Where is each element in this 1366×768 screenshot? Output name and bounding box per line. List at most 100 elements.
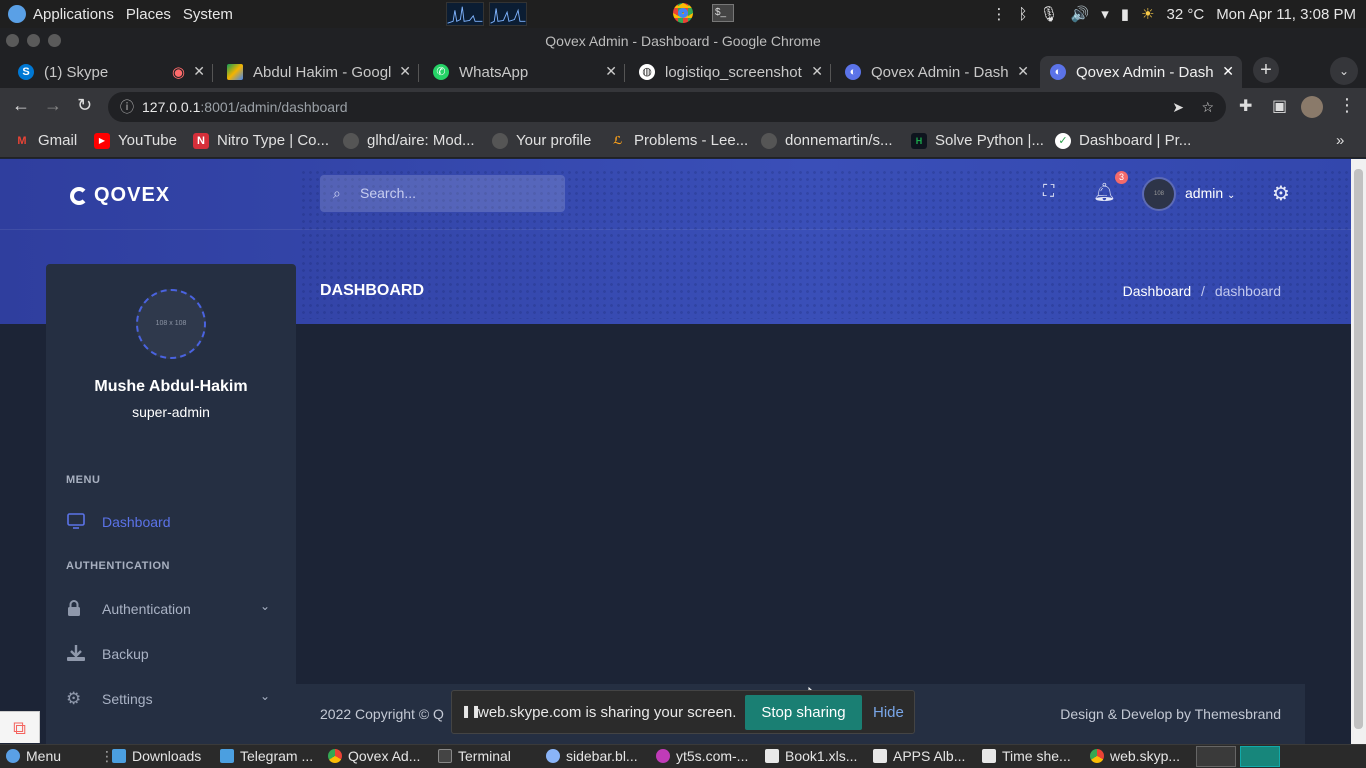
taskbar-apps-album[interactable]: APPS Alb... — [873, 748, 965, 764]
search-icon: ⌕ — [333, 185, 341, 201]
tab-logistiqo[interactable]: ◍ logistiqo_screenshot ✕ — [629, 56, 831, 88]
toolbar: ← → ↻ ⓘ 127.0.0.1:8001/admin/dashboard ➤… — [0, 88, 1366, 126]
forward-icon[interactable]: → — [44, 95, 62, 116]
bookmark-glhd-aire[interactable]: glhd/aire: Mod... — [343, 132, 475, 149]
address-bar[interactable]: ⓘ 127.0.0.1:8001/admin/dashboard ➤ ☆ — [108, 92, 1226, 122]
sidebar-item-settings[interactable]: ⚙ Settings ⌄ — [66, 688, 276, 710]
sidebar-item-authentication[interactable]: Authentication ⌄ — [66, 598, 276, 620]
taskbar-downloads[interactable]: Downloads — [112, 748, 201, 764]
back-icon[interactable]: ← — [12, 95, 30, 116]
notification-badge: 3 — [1115, 171, 1128, 184]
scrollbar-thumb[interactable] — [1354, 169, 1363, 729]
chrome-launcher-icon[interactable] — [673, 3, 693, 23]
fullscreen-icon[interactable]: ⛶ — [1043, 183, 1054, 201]
tab-whatsapp[interactable]: ✆ WhatsApp ✕ — [423, 56, 625, 88]
taskbar-terminal[interactable]: Terminal — [438, 748, 511, 764]
menu-applications[interactable]: Applications — [33, 6, 114, 23]
bell-icon[interactable]: 🔔︎ — [1093, 182, 1116, 203]
profile-avatar[interactable] — [1301, 96, 1323, 118]
window-minimize-button[interactable] — [27, 34, 40, 47]
sidebar-item-dashboard[interactable]: Dashboard — [66, 511, 276, 533]
microphone-icon[interactable]: 🎙 — [1040, 5, 1059, 23]
url-path: :8001/admin/dashboard — [200, 99, 348, 115]
close-tab-icon[interactable]: ✕ — [605, 63, 617, 80]
bookmark-leetcode[interactable]: ℒ Problems - Lee... — [610, 132, 748, 149]
close-tab-icon[interactable]: ✕ — [399, 63, 411, 80]
send-icon[interactable]: ➤ — [1172, 92, 1184, 122]
search-input[interactable]: ⌕ Search... — [320, 175, 565, 212]
hide-button[interactable]: Hide — [873, 704, 904, 721]
clock[interactable]: Mon Apr 11, 3:08 PM — [1216, 6, 1356, 23]
bookmark-your-profile[interactable]: Your profile — [492, 132, 591, 149]
user-avatar[interactable]: 108 — [1142, 177, 1176, 211]
menu-places[interactable]: Places — [126, 6, 171, 23]
side-panel-icon[interactable]: ▣ — [1272, 96, 1287, 116]
gear-icon: ⚙ — [66, 689, 82, 708]
github-icon — [343, 132, 359, 149]
skype-icon: S — [18, 64, 34, 80]
hackerrank-icon: H — [911, 132, 927, 149]
more-bookmarks-icon[interactable]: » — [1336, 132, 1344, 149]
volume-icon[interactable]: 🔊 — [1071, 5, 1090, 23]
tab-google-drive[interactable]: Abdul Hakim - Googl ✕ — [217, 56, 419, 88]
taskbar-qovex[interactable]: Qovex Ad... — [328, 748, 420, 764]
document-icon — [873, 749, 887, 763]
site-info-icon[interactable]: ⓘ — [120, 92, 134, 122]
qovex-logo[interactable]: QOVEX — [70, 184, 170, 207]
menu-system[interactable]: System — [183, 6, 233, 23]
tab-qovex-active[interactable]: ◐ Qovex Admin - Dash ✕ — [1040, 56, 1242, 88]
breadcrumb-parent[interactable]: Dashboard — [1123, 283, 1192, 299]
bookmark-donnemartin[interactable]: donnemartin/s... — [761, 132, 893, 149]
bookmark-dashboard[interactable]: ✓ Dashboard | Pr... — [1055, 132, 1191, 149]
spreadsheet-icon — [765, 749, 779, 763]
bookmark-star-icon[interactable]: ☆ — [1201, 92, 1214, 122]
sidebar-item-backup[interactable]: Backup — [66, 643, 276, 665]
taskbar-menu[interactable]: Menu — [6, 748, 61, 764]
chevron-down-icon: ⌄ — [1227, 190, 1236, 201]
wifi-icon[interactable]: ▾ — [1101, 5, 1109, 23]
bluetooth-icon[interactable]: ᛒ — [1019, 6, 1028, 23]
bookmark-nitrotype[interactable]: N Nitro Type | Co... — [193, 132, 329, 149]
sidebar: 108 x 108 Mushe Abdul-Hakim super-admin … — [46, 264, 296, 744]
tab-skype[interactable]: S (1) Skype ◉ ✕ — [8, 56, 213, 88]
network-graph — [489, 2, 527, 26]
close-tab-icon[interactable]: ✕ — [807, 63, 823, 80]
check-icon: ✓ — [1055, 132, 1071, 149]
tab-search-button[interactable]: ⌄ — [1330, 57, 1358, 85]
close-tab-icon[interactable]: ✕ — [1017, 63, 1029, 80]
bookmark-gmail[interactable]: M Gmail — [14, 132, 77, 149]
close-tab-icon[interactable]: ✕ — [1218, 63, 1234, 80]
gear-icon[interactable]: ⚙ — [1272, 181, 1290, 206]
battery-icon[interactable]: ▮ — [1121, 5, 1129, 23]
footer-credits: Design & Develop by Themesbrand — [1060, 706, 1281, 722]
window-close-button[interactable] — [6, 34, 19, 47]
stop-sharing-button[interactable]: Stop sharing — [745, 695, 862, 730]
taskbar-sidebar-file[interactable]: sidebar.bl... — [546, 748, 638, 764]
taskbar-telegram[interactable]: Telegram ... — [220, 748, 313, 764]
taskbar-web-skype[interactable]: web.skyp... — [1090, 748, 1180, 764]
bookmark-hackerrank[interactable]: H Solve Python |... — [911, 132, 1044, 149]
taskbar-book1[interactable]: Book1.xls... — [765, 748, 857, 764]
chrome-menu-icon[interactable]: ⋮ — [1338, 95, 1356, 116]
laravel-debugbar-icon[interactable]: ⧉ — [0, 711, 40, 743]
terminal-launcher-icon[interactable]: $_ — [712, 4, 734, 22]
workspace-1-chrome-icon[interactable] — [1196, 746, 1236, 767]
whatsapp-icon: ✆ — [433, 64, 449, 80]
os-logo-icon[interactable] — [8, 5, 26, 23]
close-tab-icon[interactable]: ✕ — [193, 63, 205, 80]
tab-qovex-1[interactable]: ◐ Qovex Admin - Dash ✕ — [835, 56, 1037, 88]
user-menu[interactable]: admin ⌄ — [1185, 185, 1235, 201]
window-maximize-button[interactable] — [48, 34, 61, 47]
page-scrollbar[interactable] — [1351, 159, 1366, 744]
taskbar-yt5s[interactable]: yt5s.com-... — [656, 748, 748, 764]
new-tab-button[interactable]: + — [1253, 57, 1279, 83]
globe-icon: ◍ — [639, 64, 655, 80]
kebab-icon[interactable]: ⋮ — [992, 5, 1007, 23]
google-drive-icon — [227, 64, 243, 80]
extensions-icon[interactable]: ✚ — [1239, 96, 1252, 116]
workspace-2-chrome-icon[interactable] — [1240, 746, 1280, 767]
bookmark-youtube[interactable]: ▶ YouTube — [94, 132, 177, 149]
taskbar-time-sheet[interactable]: Time she... — [982, 748, 1071, 764]
reload-icon[interactable]: ↻ — [77, 95, 92, 116]
profile-role: super-admin — [132, 404, 210, 420]
